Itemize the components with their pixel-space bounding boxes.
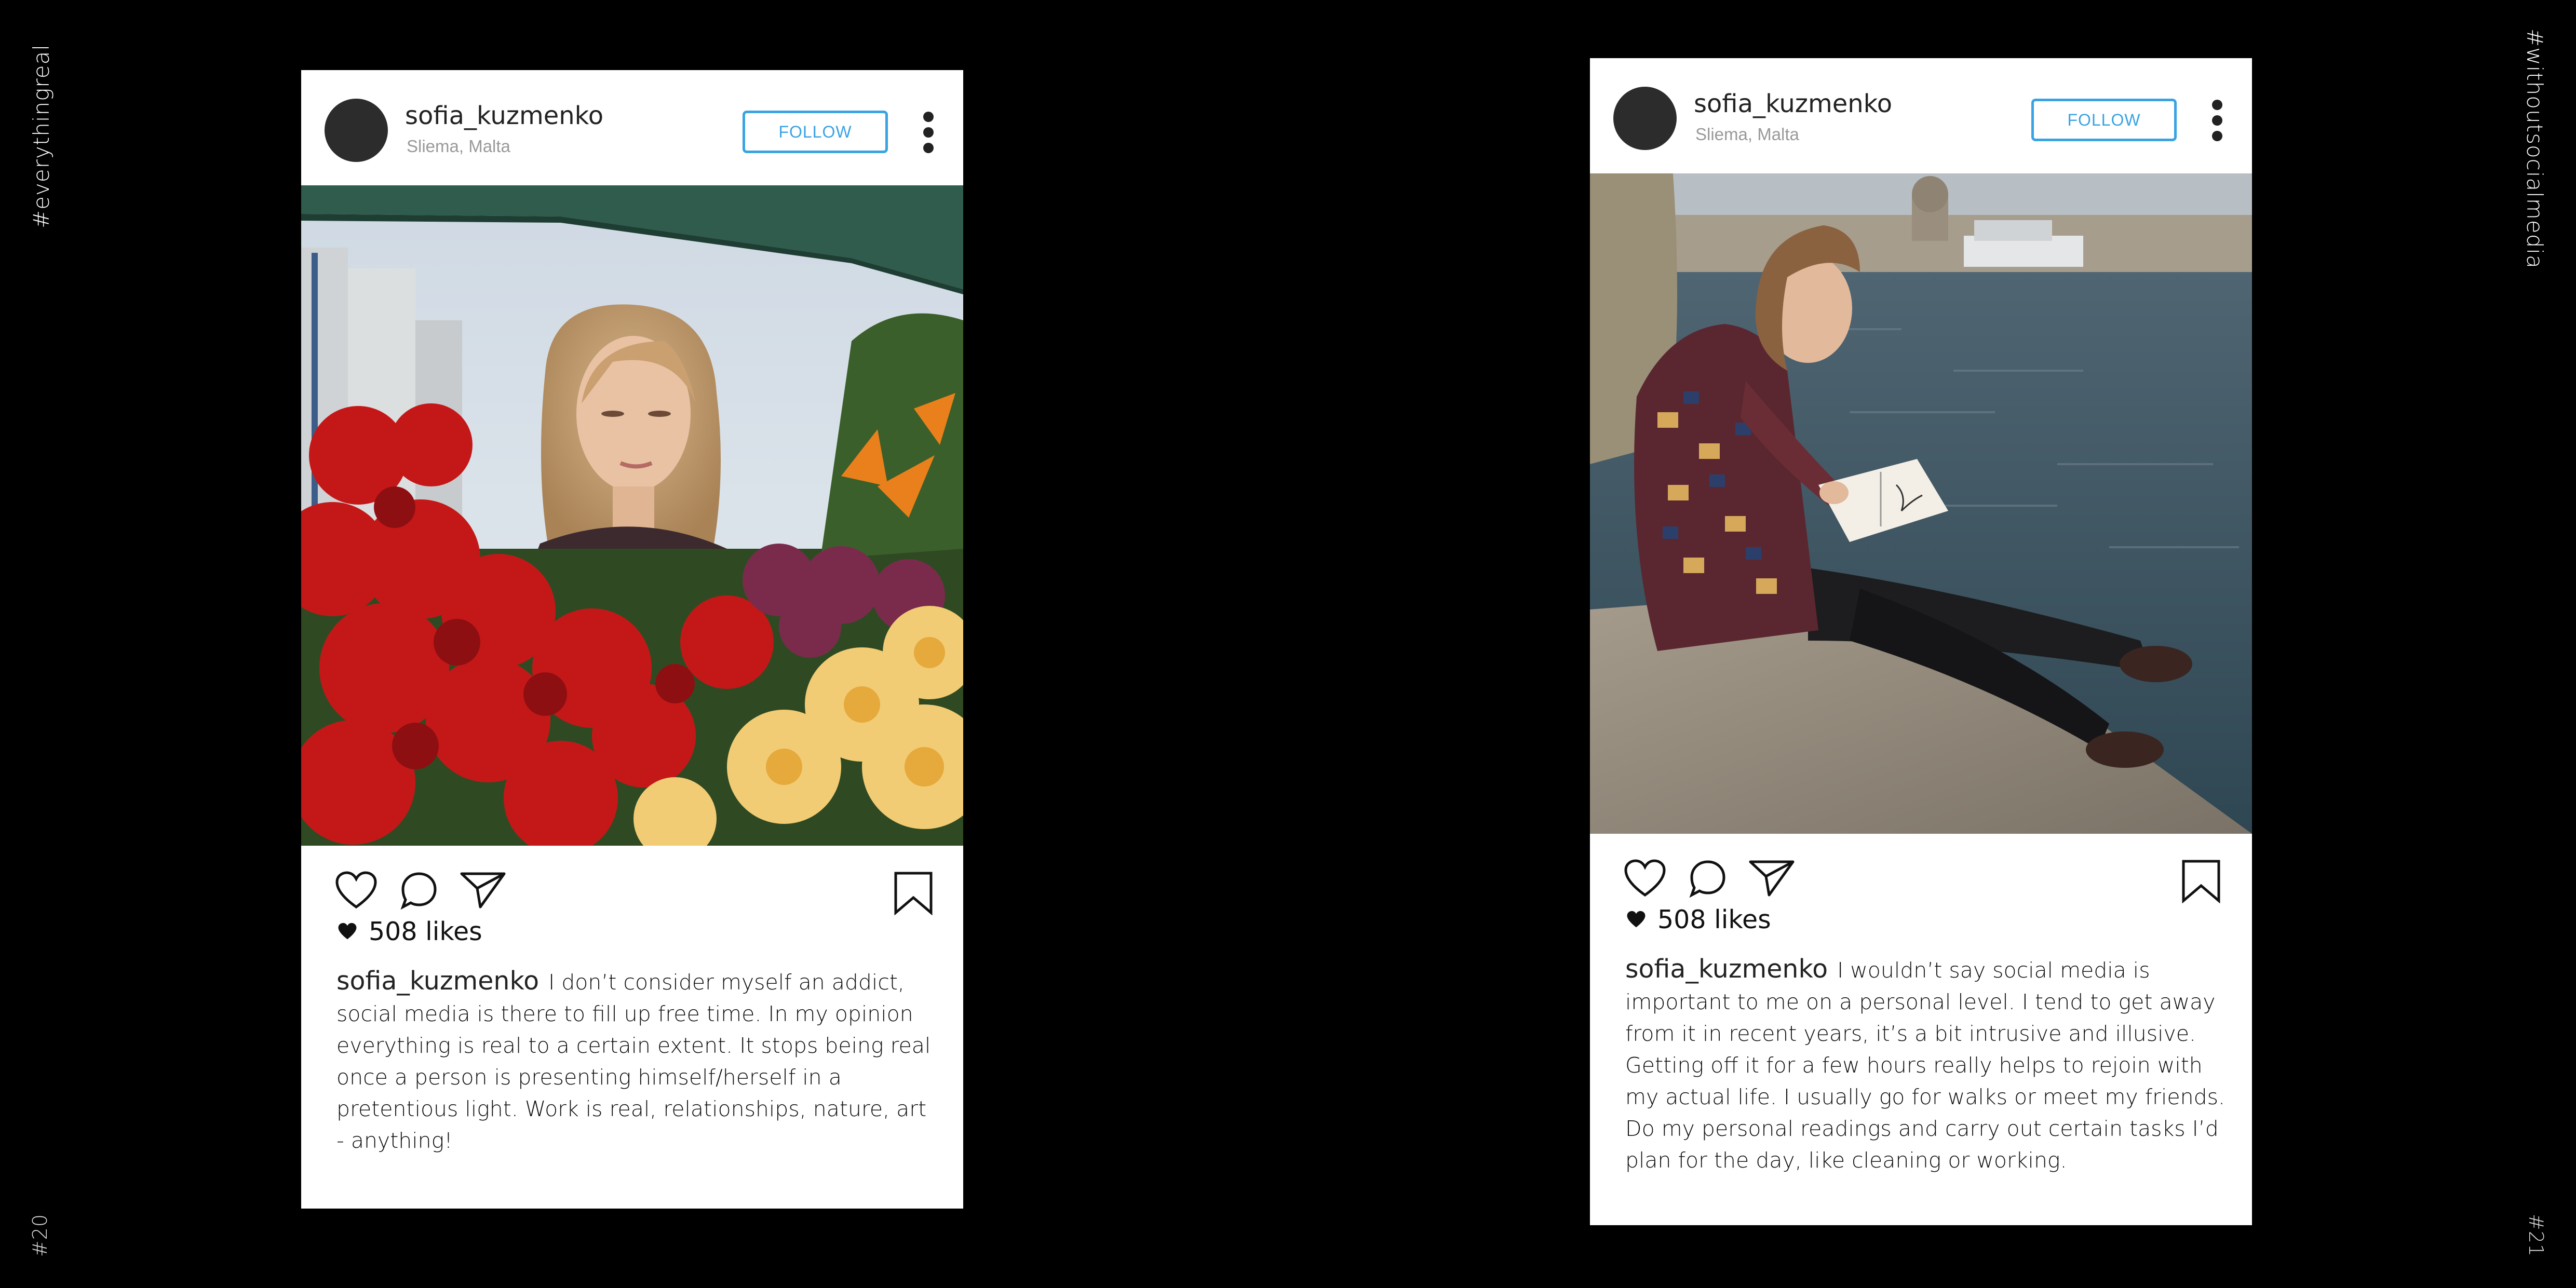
post-photo[interactable] [301,185,963,846]
post-card-left: sofia_kuzmenko Sliema, Malta FOLLOW 508 … [301,70,963,1209]
hashtag-left: #everythingreal [29,44,54,228]
post-header: sofia_kuzmenko Sliema, Malta FOLLOW [1590,58,2252,173]
post-actions [1590,834,2252,903]
hashtag-right: #withoutsocialmedia [2522,29,2547,269]
post-card-right: sofia_kuzmenko Sliema, Malta FOLLOW 508 … [1590,58,2252,1225]
heart-filled-icon [1626,911,1646,928]
more-options-icon[interactable] [2210,100,2224,141]
avatar[interactable] [1613,87,1677,150]
post-caption: sofia_kuzmenko I don’t consider myself an… [301,950,963,1157]
username[interactable]: sofia_kuzmenko [405,101,603,130]
follow-button[interactable]: FOLLOW [2031,99,2177,141]
post-caption: sofia_kuzmenko I wouldn’t say social medi… [1590,938,2252,1176]
harbour-photo-image [1590,173,2252,834]
post-photo[interactable] [1590,173,2252,834]
heart-icon[interactable] [1624,859,1666,898]
username[interactable]: sofia_kuzmenko [1694,89,1892,118]
caption-text: I wouldn’t say social media is important… [1625,958,2226,1173]
post-actions [301,846,963,915]
page-number-left: #20 [29,1213,51,1257]
flowers-photo-image [301,185,963,846]
likes-text: 508 likes [1657,904,1771,934]
caption-username[interactable]: sofia_kuzmenko [1625,954,1828,984]
heart-filled-icon [338,923,357,940]
heart-icon[interactable] [335,871,377,910]
likes-count[interactable]: 508 likes [301,913,963,950]
caption-text: I don’t consider myself an addict, socia… [336,970,931,1153]
location[interactable]: Sliema, Malta [407,137,510,156]
likes-text: 508 likes [369,916,482,946]
bookmark-icon[interactable] [2181,859,2221,903]
comment-icon[interactable] [400,871,438,910]
likes-count[interactable]: 508 likes [1590,901,2252,938]
comment-icon[interactable] [1689,859,1727,898]
location[interactable]: Sliema, Malta [1695,125,1799,144]
bookmark-icon[interactable] [893,871,934,915]
post-header: sofia_kuzmenko Sliema, Malta FOLLOW [301,70,963,185]
share-icon[interactable] [1748,859,1795,898]
share-icon[interactable] [460,871,506,910]
follow-button[interactable]: FOLLOW [743,111,888,153]
avatar[interactable] [325,99,388,162]
page-number-right: #21 [2525,1213,2547,1257]
caption-username[interactable]: sofia_kuzmenko [336,966,539,996]
more-options-icon[interactable] [922,112,935,153]
